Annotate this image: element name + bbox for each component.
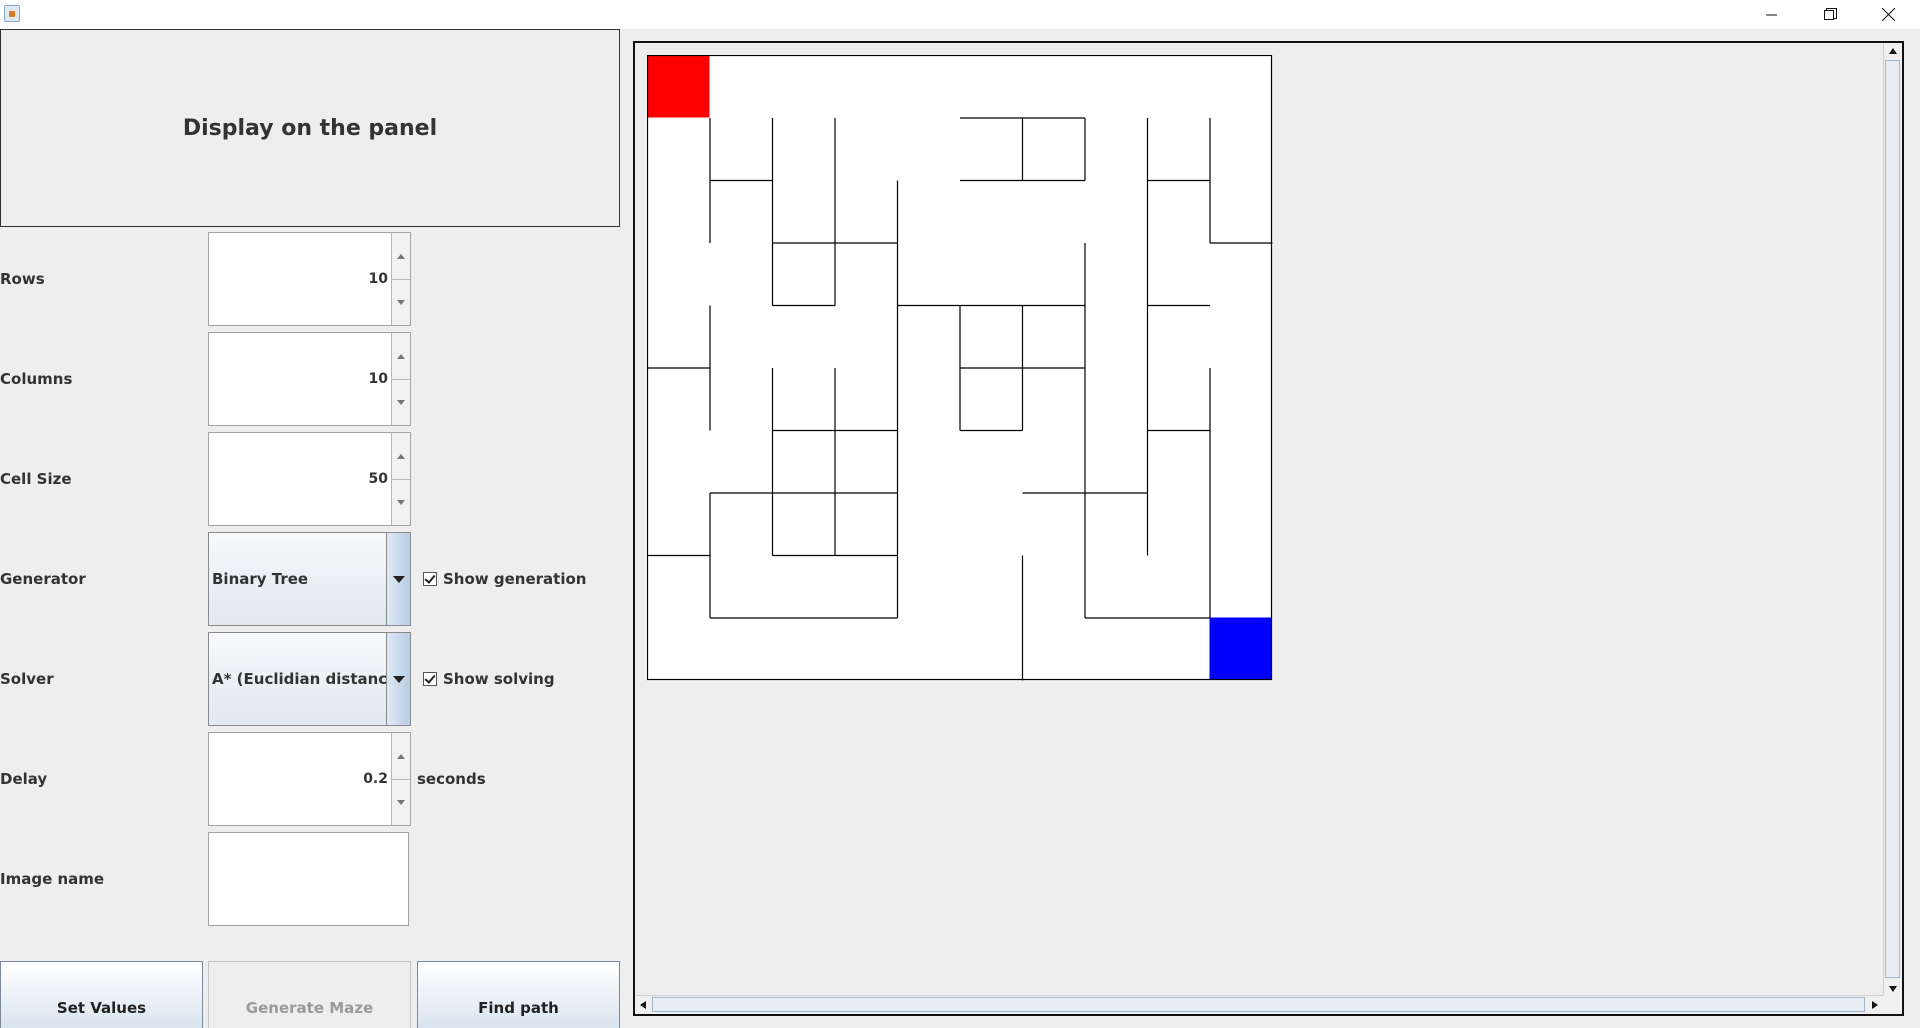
spinner-down-icon[interactable] xyxy=(392,279,410,325)
delay-value[interactable]: 0.2 xyxy=(363,733,388,825)
rows-value[interactable]: 10 xyxy=(369,233,388,325)
show-generation-toggle[interactable]: Show generation xyxy=(423,569,586,589)
delay-spinner[interactable]: 0.2 xyxy=(208,732,411,826)
set-values-button[interactable]: Set Values xyxy=(0,961,203,1028)
image-name-input[interactable] xyxy=(208,832,409,926)
generate-maze-button[interactable]: Generate Maze xyxy=(208,961,411,1028)
solver-value: A* (Euclidian distance) xyxy=(212,670,405,688)
spinner-up-icon[interactable] xyxy=(392,733,410,779)
cell-size-spinner[interactable]: 50 xyxy=(208,432,411,526)
columns-spinner-arrows xyxy=(391,333,410,425)
maze-start-cell xyxy=(647,55,710,118)
spinner-up-icon[interactable] xyxy=(392,333,410,379)
rows-spinner[interactable]: 10 xyxy=(208,232,411,326)
generator-select[interactable]: Binary Tree xyxy=(208,532,411,626)
cell-size-spinner-arrows xyxy=(391,433,410,525)
restore-icon[interactable] xyxy=(1801,0,1859,29)
display-on-panel-button[interactable]: Display on the panel xyxy=(0,29,620,227)
maze-app-window: Display on the panel Rows 10 Columns 10 … xyxy=(0,0,1920,1028)
settings-panel: Display on the panel Rows 10 Columns 10 … xyxy=(0,29,622,1028)
generator-label: Generator xyxy=(0,570,86,588)
vertical-scrollbar[interactable] xyxy=(1883,43,1902,997)
show-solving-toggle[interactable]: Show solving xyxy=(423,669,555,689)
spinner-down-icon[interactable] xyxy=(392,479,410,525)
columns-label: Columns xyxy=(0,370,73,388)
columns-spinner[interactable]: 10 xyxy=(208,332,411,426)
scroll-up-icon[interactable] xyxy=(1884,43,1902,59)
spinner-up-icon[interactable] xyxy=(392,233,410,279)
minimize-icon[interactable] xyxy=(1743,0,1801,29)
spinner-down-icon[interactable] xyxy=(392,779,410,825)
cell-size-label: Cell Size xyxy=(0,470,72,488)
scrollbar-corner xyxy=(1883,995,1902,1014)
columns-value[interactable]: 10 xyxy=(369,333,388,425)
java-icon xyxy=(4,5,20,22)
rows-label: Rows xyxy=(0,270,45,288)
show-generation-checkbox[interactable] xyxy=(423,572,437,586)
maze-scroll-pane xyxy=(633,41,1904,1016)
find-path-button[interactable]: Find path xyxy=(417,961,620,1028)
rows-spinner-arrows xyxy=(391,233,410,325)
show-solving-checkbox[interactable] xyxy=(423,672,437,686)
title-bar xyxy=(0,0,1920,29)
delay-spinner-arrows xyxy=(391,733,410,825)
maze-end-cell xyxy=(1209,617,1272,680)
maze-canvas xyxy=(647,55,1273,681)
chevron-down-icon[interactable] xyxy=(386,633,410,725)
solver-label: Solver xyxy=(0,670,54,688)
scroll-right-icon[interactable] xyxy=(1867,996,1883,1014)
spinner-down-icon[interactable] xyxy=(392,379,410,425)
horizontal-scrollbar[interactable] xyxy=(635,995,1883,1014)
cell-size-value[interactable]: 50 xyxy=(369,433,388,525)
horizontal-scroll-thumb[interactable] xyxy=(652,997,1865,1012)
show-solving-label: Show solving xyxy=(443,670,555,688)
delay-units-label: seconds xyxy=(417,770,486,788)
show-generation-label: Show generation xyxy=(443,570,587,588)
generator-value: Binary Tree xyxy=(212,570,309,588)
chevron-down-icon[interactable] xyxy=(386,533,410,625)
close-icon[interactable] xyxy=(1859,0,1917,29)
solver-select[interactable]: A* (Euclidian distance) xyxy=(208,632,411,726)
vertical-scroll-thumb[interactable] xyxy=(1885,60,1900,978)
delay-label: Delay xyxy=(0,770,48,788)
image-name-label: Image name xyxy=(0,870,105,888)
scroll-left-icon[interactable] xyxy=(635,996,651,1014)
spinner-up-icon[interactable] xyxy=(392,433,410,479)
